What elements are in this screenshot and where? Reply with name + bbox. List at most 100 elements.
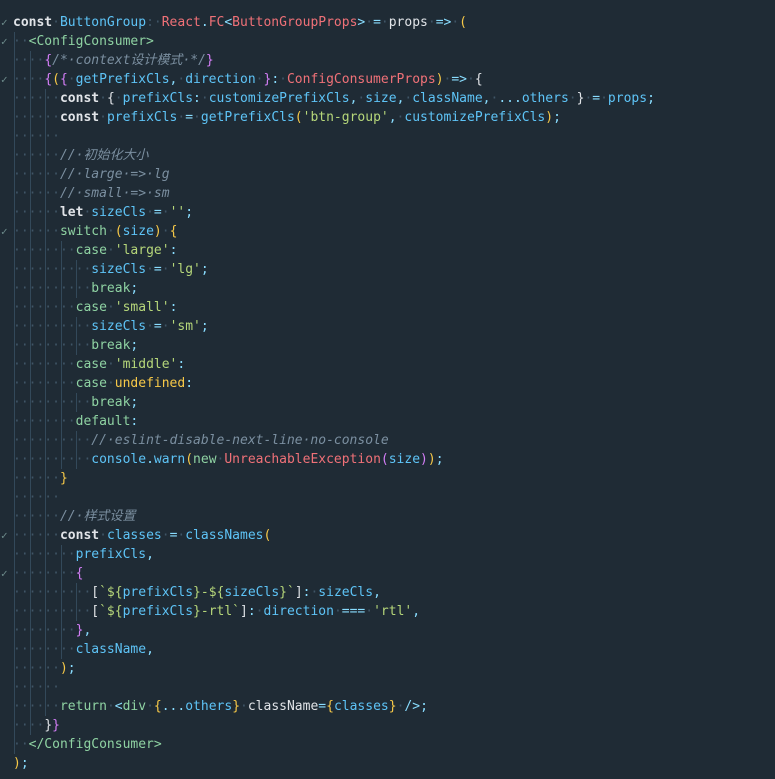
code-line[interactable]: ········case·'middle': bbox=[0, 355, 775, 374]
code-line[interactable]: ········}, bbox=[0, 621, 775, 640]
code-token: ; bbox=[67, 661, 76, 676]
code-line[interactable]: ····}} bbox=[0, 716, 775, 735]
code-line[interactable]: ······} bbox=[0, 469, 775, 488]
whitespace-marker: ······ bbox=[13, 129, 60, 144]
code-line[interactable]: ······return·<div·{...others}·className=… bbox=[0, 697, 775, 716]
chevron-down-icon[interactable]: ✓ bbox=[1, 222, 11, 241]
code-line[interactable]: ··········console.warn(new·UnreachableEx… bbox=[0, 450, 775, 469]
gutter: ✓ bbox=[0, 70, 12, 89]
code-line[interactable]: ✓ ····{({·getPrefixCls,·direction·}:·Conf… bbox=[0, 70, 775, 89]
code-line[interactable]: ······const·{·prefixCls:·customizePrefix… bbox=[0, 89, 775, 108]
gutter bbox=[0, 469, 12, 488]
code-line[interactable]: ······); bbox=[0, 659, 775, 678]
code-line[interactable]: ✓ ··<ConfigConsumer> bbox=[0, 32, 775, 51]
code-line[interactable]: ········case·undefined: bbox=[0, 374, 775, 393]
code-token: props bbox=[607, 91, 648, 106]
code-line[interactable]: ··········break; bbox=[0, 279, 775, 298]
code-text: ··<ConfigConsumer> bbox=[13, 32, 154, 51]
code-token: }-${ bbox=[193, 585, 225, 600]
code-token: ButtonGroup bbox=[59, 15, 147, 30]
code-line[interactable]: ); bbox=[0, 754, 775, 773]
code-line[interactable]: ··</ConfigConsumer> bbox=[0, 735, 775, 754]
chevron-down-icon[interactable]: ✓ bbox=[1, 70, 11, 89]
code-line[interactable]: ✓ ········{ bbox=[0, 564, 775, 583]
whitespace-marker: ······ bbox=[13, 661, 60, 676]
code-token: others bbox=[185, 699, 233, 714]
code-line[interactable]: ········className, bbox=[0, 640, 775, 659]
code-text: ··</ConfigConsumer> bbox=[13, 735, 162, 754]
code-token: size bbox=[388, 452, 421, 467]
code-line[interactable]: ······ bbox=[0, 488, 775, 507]
code-line[interactable]: ······//·small·=>·sm bbox=[0, 184, 775, 203]
chevron-down-icon[interactable]: ✓ bbox=[1, 32, 11, 51]
code-line[interactable]: ··········[`${prefixCls}-${sizeCls}`]:·s… bbox=[0, 583, 775, 602]
code-line[interactable]: ······ bbox=[0, 678, 775, 697]
code-line[interactable]: ········default: bbox=[0, 412, 775, 431]
code-editor[interactable]: ✓ const·ButtonGroup:·React.FC<ButtonGroup… bbox=[0, 0, 775, 779]
whitespace-marker: ······ bbox=[13, 680, 60, 695]
whitespace-marker: ········ bbox=[13, 642, 76, 657]
code-line[interactable]: ······let·sizeCls·=·''; bbox=[0, 203, 775, 222]
chevron-down-icon[interactable]: ✓ bbox=[1, 13, 11, 32]
code-token: · bbox=[200, 91, 209, 106]
code-token: · bbox=[467, 72, 475, 87]
code-line[interactable]: ········prefixCls, bbox=[0, 545, 775, 564]
whitespace-marker: ········ bbox=[13, 300, 76, 315]
code-token: , bbox=[412, 604, 421, 619]
code-line[interactable]: ········case·'small': bbox=[0, 298, 775, 317]
code-line[interactable]: ······ bbox=[0, 127, 775, 146]
code-text: ····}} bbox=[13, 716, 60, 735]
code-text: ······//·样式设置 bbox=[13, 507, 135, 526]
chevron-down-icon[interactable]: ✓ bbox=[1, 564, 11, 583]
whitespace-marker: ······ bbox=[13, 224, 60, 239]
gutter bbox=[0, 545, 12, 564]
code-line[interactable]: ··········sizeCls·=·'lg'; bbox=[0, 260, 775, 279]
code-line[interactable]: ······const·prefixCls·=·getPrefixCls('bt… bbox=[0, 108, 775, 127]
code-token: 'rtl' bbox=[373, 604, 413, 619]
code-line[interactable]: ··········//·eslint-disable-next-line·no… bbox=[0, 431, 775, 450]
code-text: ······let·sizeCls·=·''; bbox=[13, 203, 193, 222]
code-token: } bbox=[205, 53, 214, 68]
code-token: const bbox=[59, 528, 100, 543]
code-token: , bbox=[83, 623, 92, 638]
code-line[interactable]: ····{/*·context设计模式·*/} bbox=[0, 51, 775, 70]
code-line[interactable]: ✓ ······const·classes·=·classNames( bbox=[0, 526, 775, 545]
code-token: { bbox=[474, 72, 483, 87]
code-token: direction bbox=[185, 72, 256, 87]
code-line[interactable]: ······//·样式设置 bbox=[0, 507, 775, 526]
code-token: ... bbox=[498, 91, 522, 106]
code-text: ······const·classes·=·classNames( bbox=[13, 526, 271, 545]
gutter bbox=[0, 393, 12, 412]
code-line[interactable]: ··········[`${prefixCls}-rtl`]:·directio… bbox=[0, 602, 775, 621]
code-token: : bbox=[185, 376, 194, 391]
code-token: classes bbox=[106, 528, 162, 543]
gutter bbox=[0, 203, 12, 222]
code-line[interactable]: ······//·初始化大小 bbox=[0, 146, 775, 165]
code-line[interactable]: ✓ ······switch·(size)·{ bbox=[0, 222, 775, 241]
code-token: const bbox=[59, 110, 100, 125]
code-token: = bbox=[318, 699, 327, 714]
code-text: ··········console.warn(new·UnreachableEx… bbox=[13, 450, 444, 469]
code-token: ; bbox=[130, 395, 139, 410]
code-token: = bbox=[153, 205, 162, 220]
code-text: ····{({·getPrefixCls,·direction·}:·Confi… bbox=[13, 70, 483, 89]
code-token: ; bbox=[647, 91, 655, 106]
whitespace-marker: ········ bbox=[13, 357, 76, 372]
code-text: ); bbox=[13, 754, 29, 773]
code-token: ) bbox=[59, 661, 68, 676]
code-line[interactable]: ··········sizeCls·=·'sm'; bbox=[0, 317, 775, 336]
code-token: break bbox=[91, 338, 131, 353]
code-token: prefixCls bbox=[122, 604, 194, 619]
code-token: ; bbox=[130, 338, 139, 353]
whitespace-marker: ········ bbox=[13, 547, 76, 562]
code-token: div bbox=[122, 699, 147, 714]
code-line[interactable]: ✓ const·ButtonGroup:·React.FC<ButtonGroup… bbox=[0, 13, 775, 32]
chevron-down-icon[interactable]: ✓ bbox=[1, 526, 11, 545]
code-line[interactable]: ······//·large·=>·lg bbox=[0, 165, 775, 184]
code-line[interactable]: ··········break; bbox=[0, 393, 775, 412]
code-token: · bbox=[99, 91, 107, 106]
code-line[interactable]: ········case·'large': bbox=[0, 241, 775, 260]
code-token: classes bbox=[333, 699, 389, 714]
code-line[interactable]: ··········break; bbox=[0, 336, 775, 355]
code-token: size bbox=[122, 224, 154, 239]
